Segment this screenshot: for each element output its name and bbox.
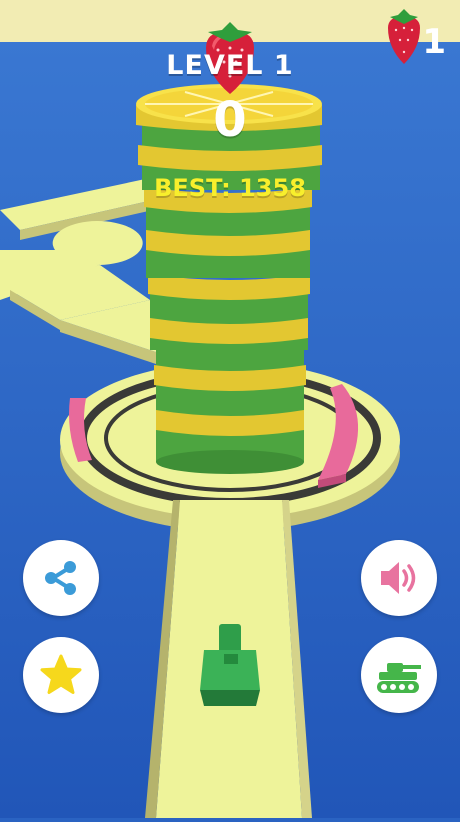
tank-select-button[interactable] <box>361 637 437 713</box>
share-button[interactable] <box>23 540 99 616</box>
speaker-icon <box>381 562 416 594</box>
share-icon <box>45 561 76 595</box>
strawberry-icon <box>384 8 424 70</box>
game-scene[interactable]: LEVEL 1 0 BEST: 1358 1 <box>0 0 460 818</box>
rate-button[interactable] <box>23 637 99 713</box>
score-counter: 0 <box>213 92 247 148</box>
sound-toggle-button[interactable] <box>361 540 437 616</box>
fruit-count: 1 <box>422 22 446 62</box>
tank-icon <box>377 663 421 693</box>
star-icon <box>40 654 82 694</box>
best-score: BEST: 1358 <box>154 174 306 202</box>
